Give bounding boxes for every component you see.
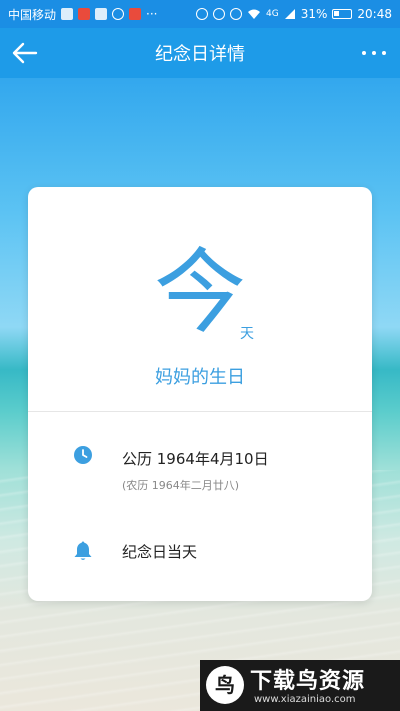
page-title: 纪念日详情	[155, 44, 245, 65]
lunar-date: (农历 1964年二月廿八)	[122, 479, 240, 492]
status-right: 4G 31% 20:48	[196, 7, 392, 21]
battery-percent: 31%	[300, 7, 328, 21]
back-button[interactable]	[12, 41, 38, 65]
arrow-left-icon	[12, 42, 38, 64]
status-left: 中国移动 ···	[8, 6, 157, 23]
carrier-label: 中国移动	[8, 7, 57, 22]
clock-time: 20:48	[357, 7, 392, 21]
event-name: 妈妈的生日	[155, 367, 245, 388]
bell-icon	[74, 541, 92, 560]
alarm-icon	[213, 8, 226, 20]
anniversary-card: 今 天 妈妈的生日 公历 1964年4月10日 (农历 1964年二月廿八) 纪…	[28, 187, 372, 601]
nav-bar: 纪念日详情	[0, 28, 400, 78]
more-dot	[362, 51, 366, 55]
watermark-url: www.xiazainiao.com	[254, 694, 356, 705]
more-dot	[382, 51, 386, 55]
more-dot	[372, 51, 376, 55]
cloud-notification-icon	[112, 8, 125, 20]
eye-icon	[230, 8, 243, 20]
cat-notification-icon	[95, 8, 108, 20]
clock-icon	[74, 446, 92, 464]
solar-date: 公历 1964年4月10日	[122, 450, 269, 468]
more-button[interactable]	[362, 45, 386, 61]
weibo-notification-icon	[78, 8, 91, 20]
more-notifications: ···	[146, 7, 158, 21]
nfc-icon	[196, 8, 209, 20]
reminder-setting: 纪念日当天	[122, 543, 198, 561]
watermark-name: 下载鸟资源	[250, 669, 366, 694]
app-red-notification-icon	[129, 8, 142, 20]
days-unit: 天	[240, 326, 254, 342]
status-bar: 中国移动 ··· 4G 31% 20:48	[0, 0, 400, 28]
battery-icon	[332, 9, 353, 19]
network-type: 4G	[266, 9, 279, 19]
days-count-char: 今	[153, 239, 246, 346]
wifi-icon	[248, 9, 261, 19]
app-notification-icon	[61, 8, 74, 20]
bird-logo-icon: 鸟	[206, 666, 244, 704]
divider	[28, 411, 372, 412]
site-watermark: 鸟 下载鸟资源 www.xiazainiao.com	[200, 660, 400, 711]
signal-icon	[284, 9, 295, 19]
